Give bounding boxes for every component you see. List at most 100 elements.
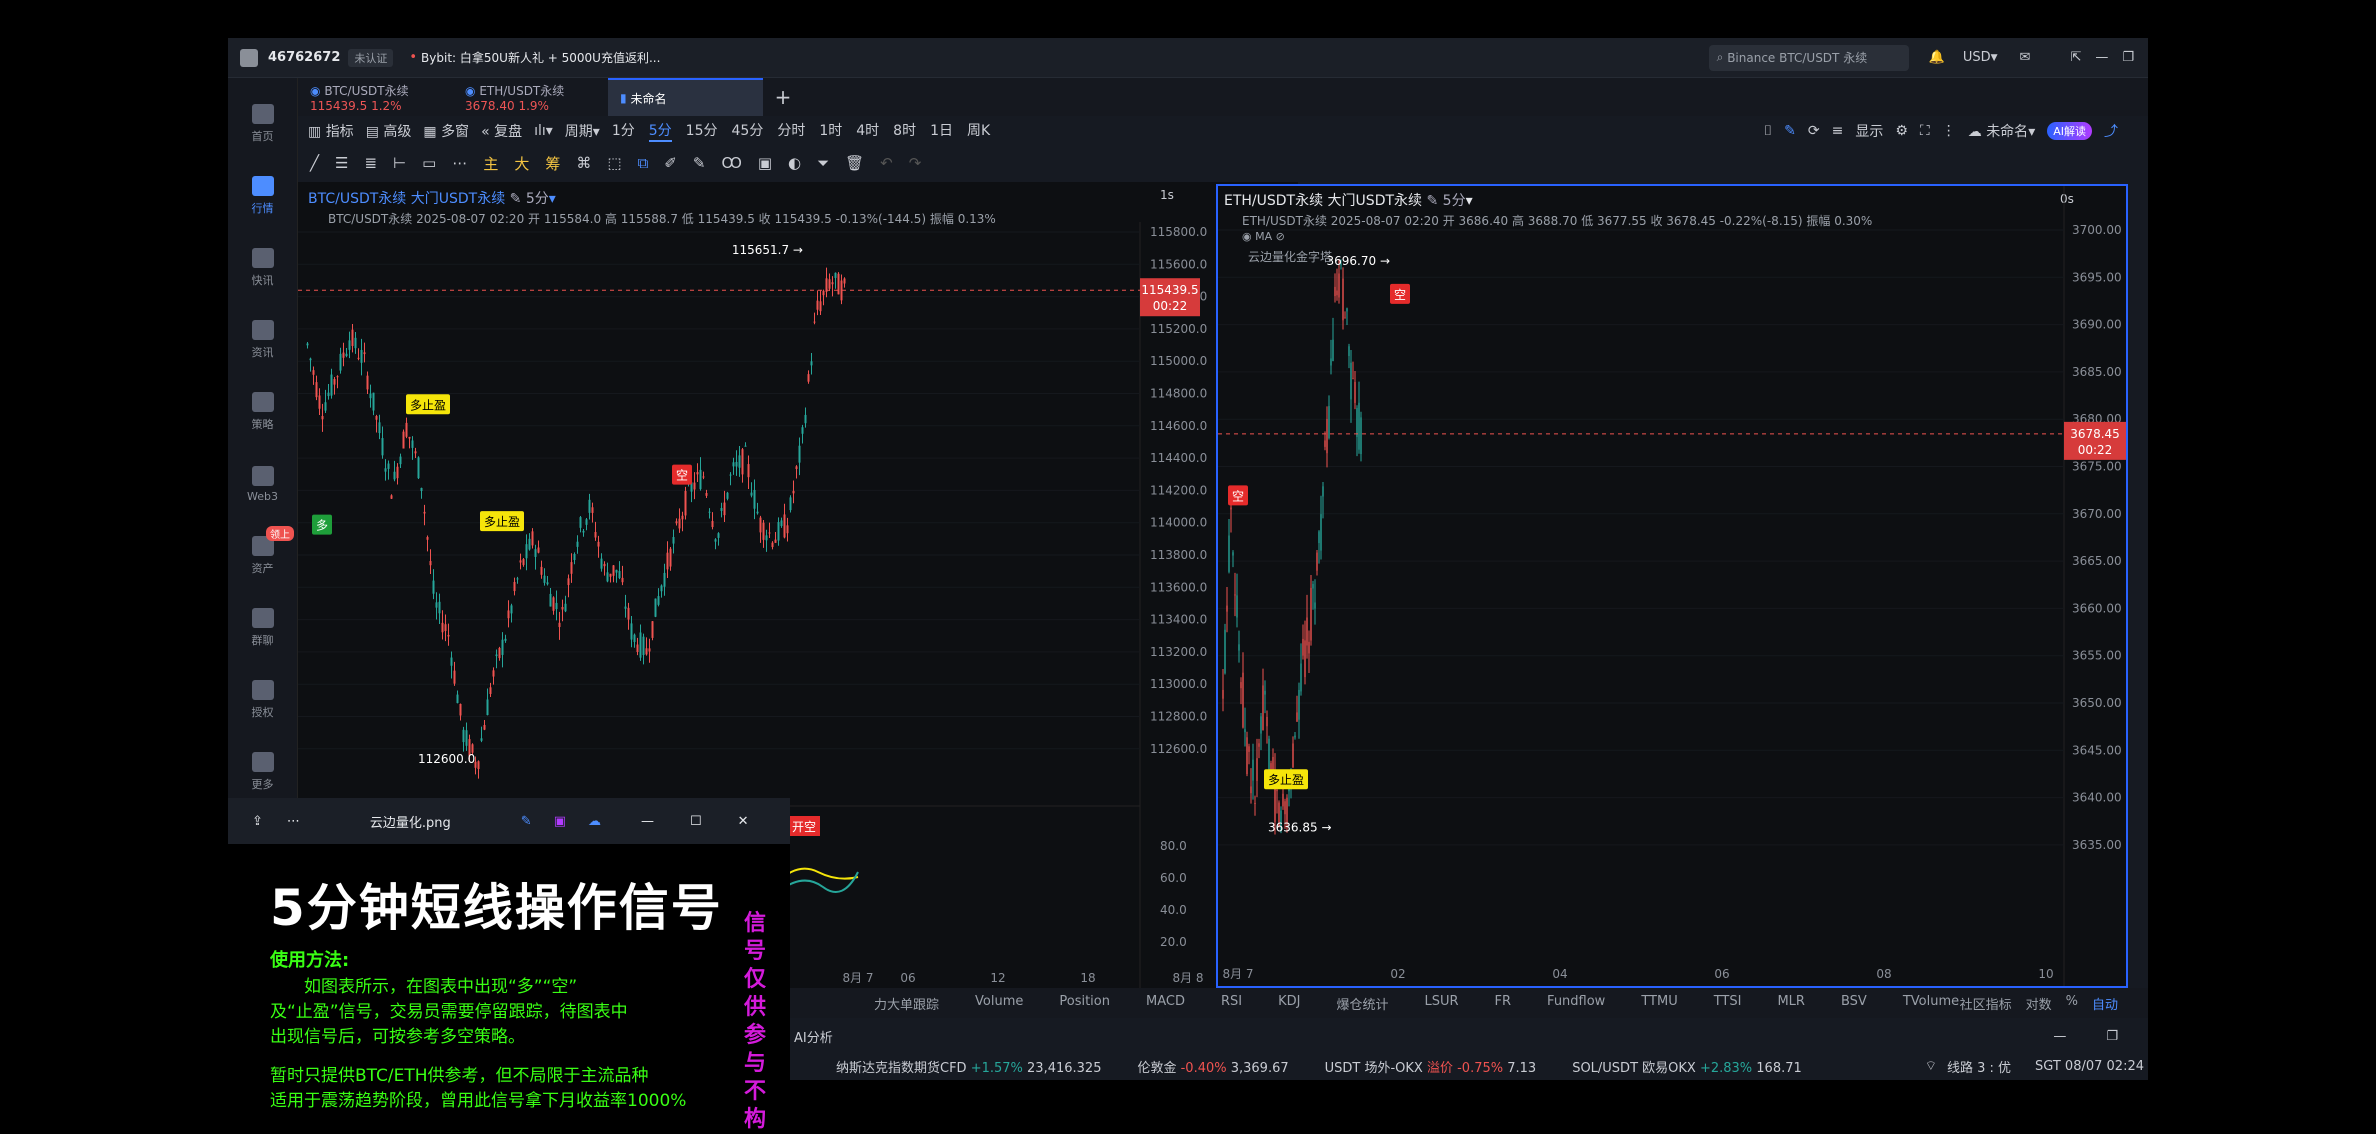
channel-tool-icon[interactable]: ≣ xyxy=(364,154,377,172)
sidebar-item-chat[interactable]: 群聊 xyxy=(228,592,297,664)
line-tool-icon[interactable]: ╱ xyxy=(310,154,319,172)
log-scale-button[interactable]: 对数 xyxy=(2026,994,2052,1013)
cloud-icon[interactable]: ☁ xyxy=(588,814,601,829)
more-icon[interactable]: ⋮ xyxy=(1942,123,1956,139)
redo-icon[interactable]: ↷ xyxy=(909,154,922,172)
more-icon[interactable]: ⋯ xyxy=(287,814,300,829)
undo-icon[interactable]: ↶ xyxy=(880,154,893,172)
maximize-icon[interactable]: ☐ xyxy=(690,814,702,829)
interval-0[interactable]: 1分 xyxy=(612,120,635,142)
tab-eth[interactable]: ◉ ETH/USDT永续 3678.40 1.9% xyxy=(453,78,608,116)
minimize-icon[interactable]: — xyxy=(2095,50,2108,65)
sidebar-item-home[interactable]: 首页 xyxy=(228,88,297,160)
interval-4[interactable]: 分时 xyxy=(777,120,805,142)
replay-button[interactable]: « 复盘 xyxy=(481,121,522,141)
line-status[interactable]: 线路 3 : 优 xyxy=(1947,1057,2011,1076)
ai-interpret-button[interactable]: AI解读 xyxy=(2047,122,2092,140)
measure-tool-icon[interactable]: ⬚ xyxy=(607,154,621,172)
camera-icon[interactable]: ⌷ xyxy=(1764,123,1772,139)
ray-tool-icon[interactable]: ⊢ xyxy=(393,154,406,172)
interval-7[interactable]: 8时 xyxy=(893,120,916,142)
ticker-item[interactable]: SOL/USDT 欧易OKX +2.83% 168.71 xyxy=(1572,1057,1802,1076)
indicator-tab-5[interactable]: KDJ xyxy=(1278,994,1300,1013)
interval-1[interactable]: 5分 xyxy=(648,120,672,142)
pencil-icon[interactable]: ✎ xyxy=(1784,123,1796,139)
indicator-tab-3[interactable]: MACD xyxy=(1146,994,1185,1013)
hline-tool-icon[interactable]: ☰ xyxy=(335,154,348,172)
mail-icon[interactable]: ✉ xyxy=(2020,50,2031,65)
minimize-icon[interactable]: — xyxy=(641,814,654,829)
sidebar-item-news[interactable]: 快讯 xyxy=(228,232,297,304)
indicator-tab-11[interactable]: TTSI xyxy=(1714,994,1742,1013)
display-button[interactable]: 显示 xyxy=(1855,121,1883,141)
sidebar-item-web3[interactable]: Web3 xyxy=(228,448,297,520)
interval-8[interactable]: 1日 xyxy=(930,120,953,142)
big-order-tool[interactable]: 大 xyxy=(514,153,529,174)
eth-chart-panel[interactable]: ETH/USDT永续 大门USDT永续 ✎ 5分▾ ETH/USDT永续 202… xyxy=(1216,184,2128,988)
indicator-tab-10[interactable]: TTMU xyxy=(1641,994,1677,1013)
indicator-tab-1[interactable]: Volume xyxy=(975,994,1023,1013)
filter-icon[interactable]: ⏷ xyxy=(817,154,829,172)
share-icon[interactable]: ⇪ xyxy=(252,814,263,829)
tab-btc[interactable]: ◉ BTC/USDT永续 115439.5 1.2% xyxy=(298,78,453,116)
marker-tool-icon[interactable]: ✎ xyxy=(693,154,706,172)
restore-icon[interactable]: ❐ xyxy=(2122,50,2134,65)
rect-tool-icon[interactable]: ▭ xyxy=(422,154,436,172)
image-tool-icon[interactable]: ▣ xyxy=(758,154,772,172)
panel-minimize-icon[interactable]: — xyxy=(2053,1029,2066,1044)
avatar[interactable] xyxy=(240,48,258,67)
edit-icon[interactable]: ✎ xyxy=(521,814,532,829)
interval-3[interactable]: 45分 xyxy=(732,120,764,142)
interval-5[interactable]: 1时 xyxy=(819,120,842,142)
bell-icon[interactable]: 🔔 xyxy=(1929,50,1945,65)
indicator-tab-0[interactable]: 力大单跟踪 xyxy=(874,994,939,1013)
gear-icon[interactable]: ⚙ xyxy=(1895,123,1908,139)
ticker-item[interactable]: 伦敦金 -0.40% 3,369.67 xyxy=(1137,1057,1288,1076)
indicator-button[interactable]: ▥ 指标 xyxy=(308,121,354,141)
text-tool-icon[interactable]: Ꝏ xyxy=(721,154,741,172)
layout-name-select[interactable]: ☁ 未命名▾ xyxy=(1968,121,2035,141)
copy-tool-icon[interactable]: ⧉ xyxy=(638,154,649,172)
indicator-tab-14[interactable]: TVolume xyxy=(1903,994,1959,1013)
sidebar-item-market[interactable]: 行情 xyxy=(228,160,297,232)
verify-badge[interactable]: 未认证 xyxy=(348,48,394,67)
sync-icon[interactable]: ⟳ xyxy=(1808,123,1820,139)
sidebar-item-strategy[interactable]: 策略 xyxy=(228,376,297,448)
share-icon[interactable]: ⤴ xyxy=(2104,121,2118,141)
gallery-icon[interactable]: ▣ xyxy=(554,814,566,829)
ticker-item[interactable]: 纳斯达克指数期货CFD +1.57% 23,416.325 xyxy=(836,1057,1101,1076)
interval-9[interactable]: 周K xyxy=(967,120,990,142)
auto-scale-button[interactable]: 自动 xyxy=(2092,994,2118,1013)
sidebar-item-assets[interactable]: 领上 资产 xyxy=(228,520,297,592)
indicator-tab-13[interactable]: BSV xyxy=(1841,994,1867,1013)
fullscreen-icon[interactable]: ⛶ xyxy=(1920,123,1930,139)
sidebar-item-auth[interactable]: 授权 xyxy=(228,664,297,736)
edit-icon[interactable]: ✎ xyxy=(510,191,522,207)
chip-tool[interactable]: 筹 xyxy=(545,153,560,174)
indicator-tab-9[interactable]: Fundflow xyxy=(1547,994,1605,1013)
sidebar-item-info[interactable]: 资讯 xyxy=(228,304,297,376)
community-indicators-button[interactable]: 社区指标 xyxy=(1960,994,2012,1013)
currency-select[interactable]: USD xyxy=(1963,50,1991,65)
search-input[interactable]: ⌕ Binance BTC/USDT 永续 xyxy=(1708,44,1909,71)
indicator-tab-12[interactable]: MLR xyxy=(1777,994,1805,1013)
chart-type-button[interactable]: ılı▾ xyxy=(534,123,553,139)
export-icon[interactable]: ⇱ xyxy=(2070,50,2081,65)
percent-scale-button[interactable]: % xyxy=(2066,994,2078,1013)
indicator-tab-8[interactable]: FR xyxy=(1495,994,1512,1013)
indicator-tab-6[interactable]: 爆仓统计 xyxy=(1336,994,1388,1013)
magnet-icon[interactable]: ◐ xyxy=(788,154,801,172)
indicator-tab-7[interactable]: LSUR xyxy=(1424,994,1458,1013)
ai-analysis-tab[interactable]: AI分析 xyxy=(794,1027,833,1046)
fib-tool-icon[interactable]: ⌘ xyxy=(576,154,591,172)
trash-icon[interactable]: 🗑 xyxy=(845,154,864,172)
brush-tool-icon[interactable]: ✐ xyxy=(664,154,677,172)
interval-6[interactable]: 4时 xyxy=(856,120,879,142)
list-icon[interactable]: ≡ xyxy=(1832,123,1844,139)
advanced-button[interactable]: ▤ 高级 xyxy=(366,121,412,141)
ticker-item[interactable]: USDT 场外-OKX 溢价 -0.75% 7.13 xyxy=(1325,1057,1537,1076)
main-force-tool[interactable]: 主 xyxy=(483,153,498,174)
ad-text[interactable]: Bybit: 白拿50U新人礼 + 5000U充值返利... xyxy=(421,49,660,66)
btc-chart-title[interactable]: BTC/USDT永续 大门USDT永续 ✎ 5分▾ xyxy=(308,188,556,208)
more-tools-icon[interactable]: ⋯ xyxy=(452,154,467,172)
